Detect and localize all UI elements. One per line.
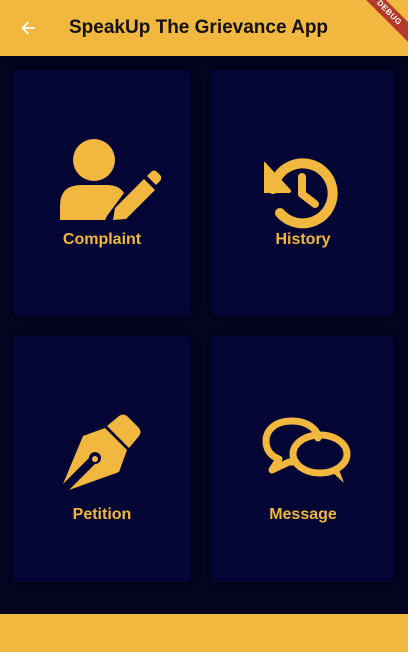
pen-nib-icon — [63, 414, 141, 490]
bottom-bar — [0, 614, 408, 652]
menu-label-complaint: Complaint — [62, 231, 142, 248]
arrow-left-icon — [21, 21, 35, 35]
menu-label-petition: Petition — [72, 506, 132, 523]
user-edit-icon — [60, 139, 161, 220]
menu-card-history[interactable]: History — [212, 70, 394, 316]
menu-grid: Complaint History Petition Message — [0, 56, 408, 614]
history-icon — [264, 158, 338, 229]
menu-card-petition[interactable]: Petition — [13, 336, 191, 582]
comments-icon — [262, 417, 351, 483]
back-button[interactable] — [8, 8, 48, 48]
app-title: SpeakUp The Grievance App — [69, 17, 329, 38]
menu-label-history: History — [275, 231, 331, 248]
app-bar: SpeakUp The Grievance App — [0, 0, 408, 56]
menu-card-message[interactable]: Message — [212, 336, 394, 582]
menu-label-message: Message — [269, 506, 337, 523]
menu-card-complaint[interactable]: Complaint — [13, 70, 191, 316]
